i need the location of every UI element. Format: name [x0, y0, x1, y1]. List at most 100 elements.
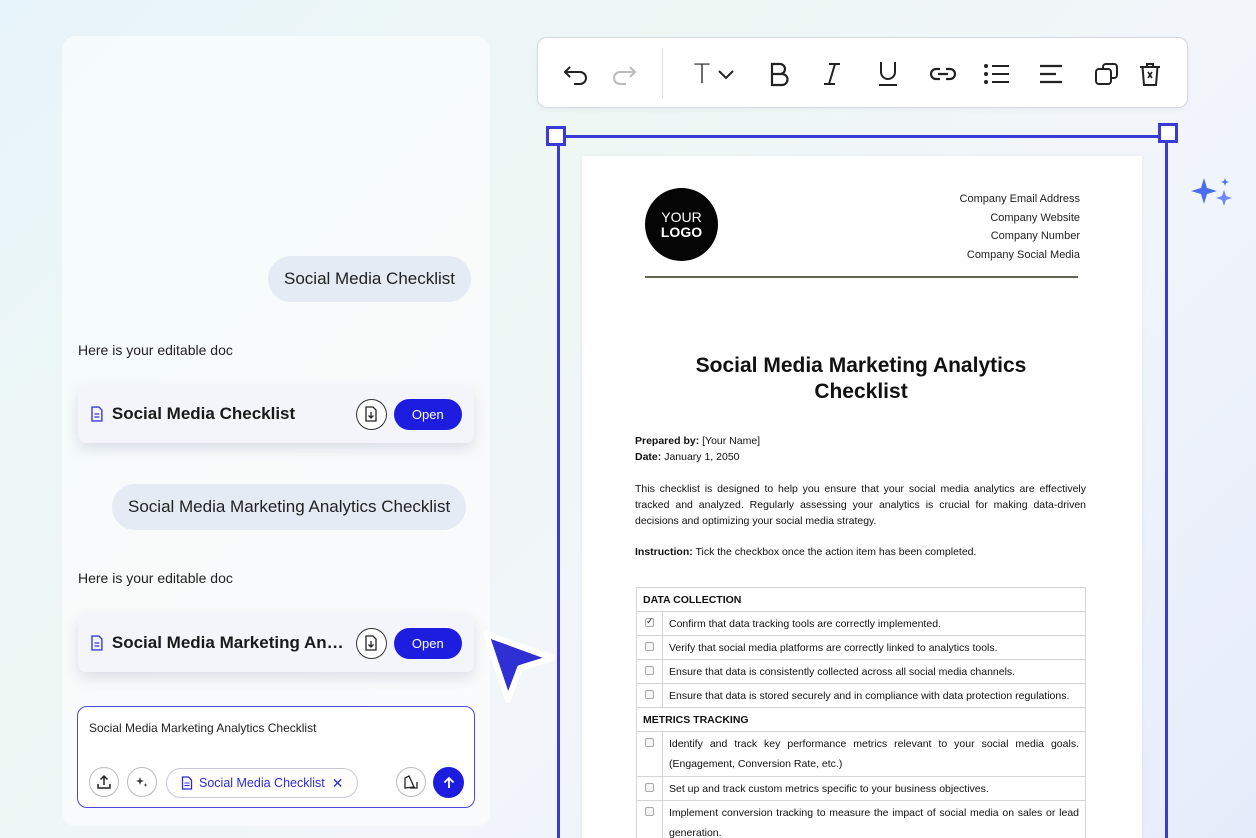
checkbox[interactable] [645, 738, 654, 747]
user-message-text: Social Media Checklist [284, 269, 456, 288]
download-button[interactable] [355, 398, 387, 430]
redo-button[interactable] [606, 56, 642, 92]
palette-icon [404, 775, 418, 789]
underline-button[interactable] [870, 56, 906, 92]
link-button[interactable] [925, 56, 961, 92]
date-label: Date: [635, 451, 662, 463]
instruction: Instruction: Tick the checkbox once the … [635, 546, 976, 558]
company-website: Company Website [990, 211, 1080, 224]
open-button[interactable]: Open [393, 398, 462, 430]
table-row: Confirm that data tracking tools are cor… [636, 611, 1086, 636]
instruction-text: Tick the checkbox once the action item h… [695, 546, 977, 558]
bullet-list-icon [984, 64, 1009, 84]
link-icon [929, 67, 957, 81]
upload-button[interactable] [89, 767, 119, 797]
checkbox[interactable] [645, 689, 654, 699]
logo-line-2: LOGO [660, 223, 703, 240]
bullet-list-button[interactable] [979, 56, 1015, 92]
checklist-item: Ensure that data is consistently collect… [662, 659, 1086, 684]
cursor-arrow-icon [483, 631, 555, 703]
resize-handle-top-right[interactable] [1158, 123, 1178, 143]
table-row: Set up and track custom metrics specific… [636, 776, 1086, 801]
section-header-row: METRICS TRACKING [636, 707, 1086, 732]
doc-card-title: Social Media Marketing Analytics Checkli… [111, 633, 344, 652]
download-file-icon [365, 406, 377, 422]
logo: YOUR LOGO [645, 188, 718, 261]
send-button[interactable] [433, 767, 464, 798]
italic-button[interactable] [814, 56, 850, 92]
message-input[interactable] [89, 721, 459, 735]
assistant-message-text: Here is your editable doc [78, 342, 233, 358]
chevron-down-icon [718, 70, 734, 80]
user-message-bubble: Social Media Marketing Analytics Checkli… [112, 484, 467, 530]
checklist-item: Ensure that data is stored securely and … [662, 683, 1086, 708]
company-contact: Company Email Address Company Website Co… [960, 190, 1080, 265]
checkbox[interactable] [645, 782, 654, 792]
table-row: Verify that social media platforms are c… [636, 635, 1086, 660]
text-style-dropdown[interactable]: T [683, 56, 747, 92]
table-row: Ensure that data is stored securely and … [636, 683, 1086, 708]
checklist-item: Identify and track key performance metri… [662, 731, 1086, 777]
arrow-up-icon [443, 776, 454, 788]
undo-button[interactable] [558, 56, 594, 92]
section-heading: DATA COLLECTION [636, 587, 1086, 612]
user-message-bubble: Social Media Checklist [268, 256, 472, 302]
document-icon [181, 776, 193, 790]
intro-paragraph: This checklist is designed to help you e… [635, 483, 1086, 527]
undo-icon [563, 66, 587, 85]
attachment-chip[interactable]: Social Media Checklist ✕ [166, 768, 358, 798]
theme-button[interactable] [396, 767, 426, 797]
document-icon [91, 635, 103, 651]
checklist-item: Set up and track custom metrics specific… [662, 776, 1086, 801]
doc-card[interactable]: Social Media Checklist Open [78, 385, 474, 443]
date-value: January 1, 2050 [664, 451, 740, 463]
align-button[interactable] [1033, 56, 1069, 92]
message-composer[interactable]: Social Media Checklist ✕ [77, 706, 475, 808]
document-page[interactable]: YOUR LOGO Company Email Address Company … [582, 156, 1142, 838]
format-toolbar: T [537, 37, 1188, 108]
download-button[interactable] [355, 627, 387, 659]
company-social-media: Company Social Media [966, 249, 1080, 262]
download-file-icon [365, 635, 377, 651]
checkbox[interactable] [645, 807, 654, 816]
close-icon[interactable]: ✕ [332, 775, 344, 792]
attachment-chip-label: Social Media Checklist [199, 776, 325, 790]
doc-card[interactable]: Social Media Marketing Analytics Checkli… [78, 614, 474, 672]
header-divider [645, 276, 1078, 278]
magic-button[interactable] [127, 767, 157, 797]
company-email: Company Email Address [959, 193, 1080, 205]
trash-icon [1140, 63, 1160, 86]
checkbox[interactable] [645, 641, 654, 651]
italic-icon [824, 63, 840, 85]
checkbox[interactable] [645, 616, 654, 627]
prepared-by-value: [Your Name] [702, 435, 761, 447]
user-message-text: Social Media Marketing Analytics Checkli… [128, 497, 451, 516]
sparkle-icon [1191, 178, 1232, 206]
prepared-by-label: Prepared by: [635, 435, 700, 447]
delete-button[interactable] [1132, 56, 1168, 92]
sparkle-icon [136, 777, 148, 787]
duplicate-icon [1095, 63, 1118, 85]
checklist-table: DATA COLLECTION Confirm that data tracki… [636, 587, 1086, 838]
document-meta: Prepared by: [Your Name] Date: January 1… [635, 433, 760, 465]
instruction-label: Instruction: [635, 546, 693, 558]
checklist-item: Verify that social media platforms are c… [662, 635, 1086, 660]
duplicate-button[interactable] [1089, 56, 1125, 92]
text-style-icon: T [693, 58, 711, 90]
section-header-row: DATA COLLECTION [636, 587, 1086, 612]
table-row: Implement conversion tracking to measure… [636, 800, 1086, 838]
company-number: Company Number [990, 230, 1080, 243]
open-button[interactable]: Open [393, 627, 462, 659]
resize-handle-top-left[interactable] [546, 126, 566, 146]
checkbox[interactable] [645, 665, 654, 675]
assistant-message-text: Here is your editable doc [78, 570, 233, 586]
bold-icon [770, 62, 789, 87]
upload-icon [97, 774, 111, 789]
bold-button[interactable] [761, 56, 797, 92]
document-title: Social Media Marketing Analytics Checkli… [695, 354, 1027, 403]
align-left-icon [1040, 64, 1062, 84]
checklist-item: Implement conversion tracking to measure… [662, 800, 1086, 838]
redo-icon [613, 66, 637, 85]
doc-card-title: Social Media Checklist [111, 404, 296, 423]
underline-icon [879, 62, 897, 86]
